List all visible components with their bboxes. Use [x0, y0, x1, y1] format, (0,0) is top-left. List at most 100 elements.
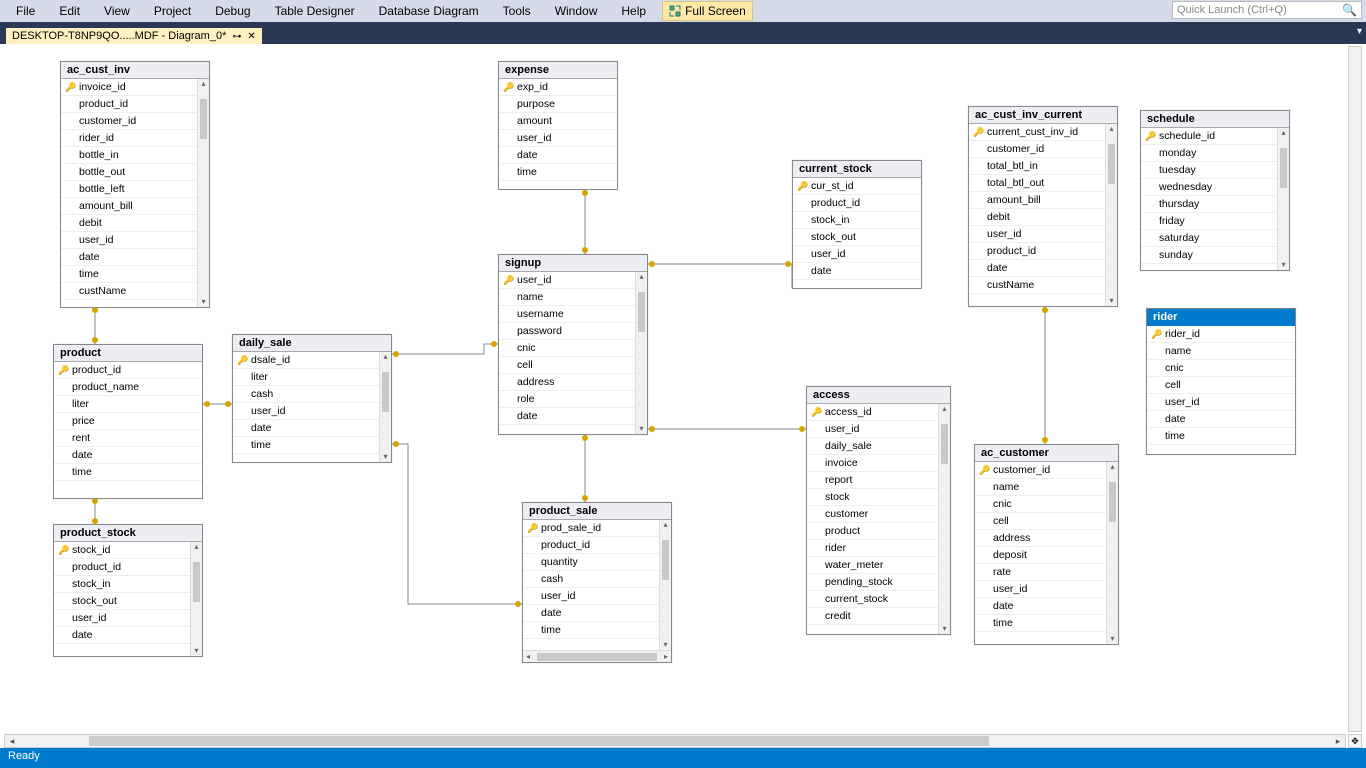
column-row[interactable]: total_btl_in	[969, 158, 1117, 175]
column-row[interactable]: time	[523, 622, 671, 639]
column-row[interactable]: saturday	[1141, 230, 1289, 247]
column-row[interactable]: customer_id	[61, 113, 209, 130]
column-row[interactable]: daily_sale	[807, 438, 950, 455]
table-title[interactable]: ac_cust_inv_current	[969, 107, 1117, 124]
column-row[interactable]: customer	[807, 506, 950, 523]
column-row[interactable]: debit	[61, 215, 209, 232]
column-row[interactable]: name	[499, 289, 647, 306]
table-rider[interactable]: rider🔑rider_idnamecniccelluser_iddatetim…	[1146, 308, 1296, 455]
column-row[interactable]: rent	[54, 430, 202, 447]
table-horizontal-scrollbar[interactable]: ◂▸	[523, 650, 671, 662]
column-row[interactable]: time	[61, 266, 209, 283]
close-icon[interactable]: ✕	[247, 31, 255, 42]
column-row[interactable]: bottle_out	[61, 164, 209, 181]
column-row[interactable]: 🔑dsale_id	[233, 352, 391, 369]
tab-overflow-icon[interactable]: ▾	[1357, 26, 1362, 37]
column-row[interactable]: product_id	[523, 537, 671, 554]
column-row[interactable]: cell	[499, 357, 647, 374]
column-row[interactable]: price	[54, 413, 202, 430]
table-expense[interactable]: expense🔑exp_idpurposeamountuser_iddateti…	[498, 61, 618, 190]
column-row[interactable]: 🔑exp_id	[499, 79, 617, 96]
table-title[interactable]: schedule	[1141, 111, 1289, 128]
table-schedule[interactable]: schedule🔑schedule_idmondaytuesdaywednesd…	[1140, 110, 1290, 271]
table-title[interactable]: product_stock	[54, 525, 202, 542]
scroll-down-icon[interactable]: ▾	[191, 646, 202, 656]
column-row[interactable]: invoice	[807, 455, 950, 472]
column-row[interactable]: wednesday	[1141, 179, 1289, 196]
table-title[interactable]: ac_cust_inv	[61, 62, 209, 79]
pan-icon[interactable]: ✥	[1348, 734, 1362, 748]
scroll-up-icon[interactable]: ▴	[198, 79, 209, 89]
column-row[interactable]: report	[807, 472, 950, 489]
document-tab[interactable]: DESKTOP-T8NP9QO.....MDF - Diagram_0* ⊶ ✕	[6, 28, 262, 44]
column-row[interactable]: time	[499, 164, 617, 181]
column-row[interactable]: monday	[1141, 145, 1289, 162]
column-row[interactable]: user_id	[233, 403, 391, 420]
menu-item-debug[interactable]: Debug	[203, 2, 262, 20]
table-title[interactable]: access	[807, 387, 950, 404]
column-row[interactable]: bottle_in	[61, 147, 209, 164]
column-row[interactable]: role	[499, 391, 647, 408]
column-row[interactable]: cash	[233, 386, 391, 403]
canvas-vertical-scrollbar[interactable]	[1348, 46, 1362, 732]
column-row[interactable]: rate	[975, 564, 1118, 581]
column-row[interactable]: name	[1147, 343, 1295, 360]
menu-item-view[interactable]: View	[92, 2, 142, 20]
scroll-up-icon[interactable]: ▴	[1107, 462, 1118, 472]
scroll-left-icon[interactable]: ◂	[5, 736, 19, 747]
column-row[interactable]: deposit	[975, 547, 1118, 564]
column-row[interactable]: user_id	[793, 246, 921, 263]
table-product[interactable]: product🔑product_idproduct_nameliterprice…	[53, 344, 203, 499]
table-current_stock[interactable]: current_stock🔑cur_st_idproduct_idstock_i…	[792, 160, 922, 289]
column-row[interactable]: password	[499, 323, 647, 340]
menu-item-help[interactable]: Help	[609, 2, 658, 20]
column-row[interactable]: amount	[499, 113, 617, 130]
column-row[interactable]: 🔑rider_id	[1147, 326, 1295, 343]
column-row[interactable]: 🔑cur_st_id	[793, 178, 921, 195]
table-title[interactable]: current_stock	[793, 161, 921, 178]
column-row[interactable]: purpose	[499, 96, 617, 113]
column-row[interactable]: user_id	[61, 232, 209, 249]
column-row[interactable]: time	[1147, 428, 1295, 445]
column-row[interactable]: rider	[807, 540, 950, 557]
column-row[interactable]: date	[1147, 411, 1295, 428]
table-ac_customer[interactable]: ac_customer🔑customer_idnamecniccelladdre…	[974, 444, 1119, 645]
table-product_sale[interactable]: product_sale🔑prod_sale_idproduct_idquant…	[522, 502, 672, 663]
column-row[interactable]: current_stock	[807, 591, 950, 608]
scroll-up-icon[interactable]: ▴	[1278, 128, 1289, 138]
column-row[interactable]: cnic	[1147, 360, 1295, 377]
column-row[interactable]: 🔑user_id	[499, 272, 647, 289]
column-row[interactable]: amount_bill	[969, 192, 1117, 209]
column-row[interactable]: stock_out	[54, 593, 202, 610]
column-row[interactable]: date	[61, 249, 209, 266]
column-row[interactable]: cnic	[975, 496, 1118, 513]
menu-item-project[interactable]: Project	[142, 2, 203, 20]
scroll-up-icon[interactable]: ▴	[636, 272, 647, 282]
column-row[interactable]: stock_in	[793, 212, 921, 229]
column-row[interactable]: date	[975, 598, 1118, 615]
menu-item-database-diagram[interactable]: Database Diagram	[367, 2, 491, 20]
menu-item-file[interactable]: File	[4, 2, 47, 20]
table-vertical-scrollbar[interactable]: ▴▾	[659, 520, 671, 650]
diagram-canvas[interactable]: ac_cust_inv🔑invoice_idproduct_idcustomer…	[0, 44, 1366, 730]
scroll-right-icon[interactable]: ▸	[661, 652, 671, 661]
column-row[interactable]: username	[499, 306, 647, 323]
column-row[interactable]: date	[233, 420, 391, 437]
table-title[interactable]: expense	[499, 62, 617, 79]
column-row[interactable]: thursday	[1141, 196, 1289, 213]
table-ac_cust_inv_current[interactable]: ac_cust_inv_current🔑current_cust_inv_idc…	[968, 106, 1118, 307]
column-row[interactable]: product_name	[54, 379, 202, 396]
scroll-left-icon[interactable]: ◂	[523, 652, 533, 661]
column-row[interactable]: product_id	[793, 195, 921, 212]
full-screen-button[interactable]: Full Screen	[662, 1, 753, 21]
table-vertical-scrollbar[interactable]: ▴▾	[938, 404, 950, 634]
table-title[interactable]: signup	[499, 255, 647, 272]
column-row[interactable]: address	[499, 374, 647, 391]
table-title[interactable]: rider	[1147, 309, 1295, 326]
column-row[interactable]: date	[54, 627, 202, 644]
column-row[interactable]: bottle_left	[61, 181, 209, 198]
column-row[interactable]: quantity	[523, 554, 671, 571]
column-row[interactable]: date	[523, 605, 671, 622]
column-row[interactable]: liter	[233, 369, 391, 386]
scroll-up-icon[interactable]: ▴	[939, 404, 950, 414]
